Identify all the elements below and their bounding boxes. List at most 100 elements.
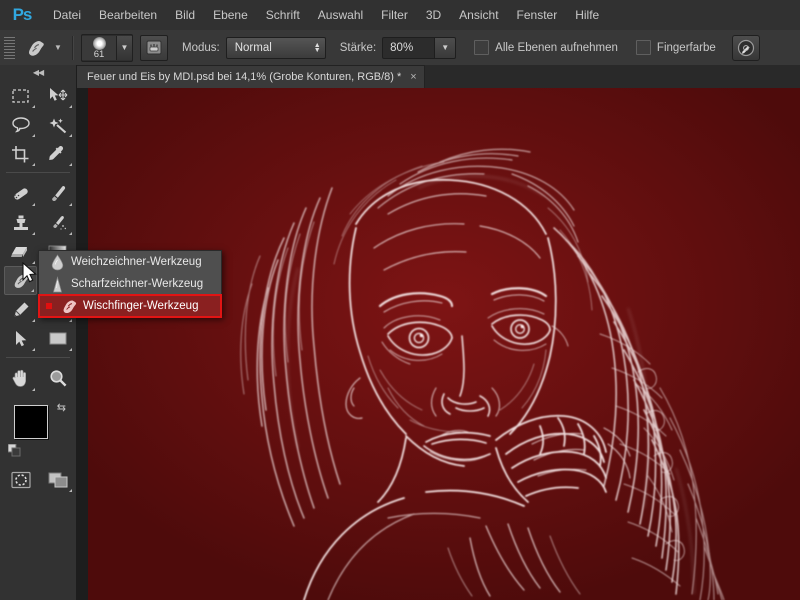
tool-history-brush[interactable] (41, 208, 74, 237)
menu-filter[interactable]: Filter (372, 0, 417, 30)
menu-datei[interactable]: Datei (44, 0, 90, 30)
menu-3d[interactable]: 3D (417, 0, 450, 30)
collapse-panel-icon[interactable]: ◀◀ (0, 65, 76, 79)
blend-mode-select[interactable]: Normal ▲ ▼ (225, 36, 326, 59)
mode-buttons-row (0, 465, 76, 494)
screen-mode-button[interactable] (41, 465, 74, 494)
brush-picker-caret-icon[interactable]: ▼ (116, 35, 132, 60)
tool-corner-indicator (32, 163, 35, 166)
mode-label: Modus: (182, 41, 220, 54)
foreground-color-swatch[interactable] (14, 405, 48, 439)
tool-crop[interactable] (4, 139, 37, 168)
tool-corner-indicator (69, 489, 72, 492)
tool-rectangle[interactable] (41, 324, 74, 353)
sample-all-layers-checkbox[interactable] (474, 40, 490, 55)
tool-corner-indicator (69, 348, 72, 351)
tool-corner-indicator (69, 203, 72, 206)
tool-eyedropper[interactable] (41, 139, 74, 168)
toolbar-divider-1 (6, 172, 70, 173)
tool-hand[interactable] (4, 364, 37, 393)
finger-paint-checkbox-row[interactable]: Fingerfarbe (635, 40, 716, 55)
tool-brush[interactable] (41, 179, 74, 208)
tool-preset-caret[interactable]: ▼ (51, 35, 65, 61)
artwork-glowing-edges-portrait (88, 88, 800, 600)
menu-auswahl[interactable]: Auswahl (309, 0, 372, 30)
tool-flyout-menu[interactable]: Weichzeichner-Werkzeug Scharfzeichner-We… (38, 250, 222, 318)
finger-paint-checkbox[interactable] (635, 40, 651, 55)
menu-bearbeiten[interactable]: Bearbeiten (90, 0, 166, 30)
canvas-area[interactable] (76, 88, 800, 600)
sharpen-cone-icon (43, 273, 71, 295)
menu-bild[interactable]: Bild (166, 0, 204, 30)
tool-corner-indicator (32, 348, 35, 351)
blend-mode-value: Normal (234, 41, 272, 54)
flyout-item-sharpen-tool[interactable]: Scharfzeichner-Werkzeug (39, 273, 221, 295)
strength-label: Stärke: (339, 41, 377, 54)
menu-bar: Ps Datei Bearbeiten Bild Ebene Schrift A… (0, 0, 800, 31)
tool-corner-indicator (32, 319, 35, 322)
brush-preset-picker[interactable]: 61 ▼ (81, 33, 133, 62)
menu-ansicht[interactable]: Ansicht (450, 0, 507, 30)
menu-hilfe[interactable]: Hilfe (566, 0, 608, 30)
options-bar-grip[interactable] (4, 36, 15, 59)
menu-ebene[interactable]: Ebene (204, 0, 257, 30)
tool-clone-stamp[interactable] (4, 208, 37, 237)
default-colors-icon[interactable] (7, 443, 21, 457)
tool-pen[interactable] (4, 295, 37, 324)
finger-paint-label: Fingerfarbe (656, 41, 716, 54)
tool-corner-indicator (32, 232, 35, 235)
flyout-item-blur-tool[interactable]: Weichzeichner-Werkzeug (39, 251, 221, 273)
artboard[interactable] (88, 88, 800, 600)
color-swatches: ⇆ (0, 399, 76, 461)
tools-panel: ◀◀ ⇆ (0, 65, 77, 600)
menu-fenster[interactable]: Fenster (508, 0, 567, 30)
tool-corner-indicator (32, 388, 35, 391)
tools-group-navigation (0, 362, 76, 393)
swap-colors-icon[interactable]: ⇆ (57, 401, 66, 414)
strength-input[interactable]: 80% (382, 36, 436, 59)
tool-lasso[interactable] (4, 110, 37, 139)
tool-move[interactable] (41, 81, 74, 110)
tool-corner-indicator (32, 203, 35, 206)
document-tab-bar: Feuer und Eis by MDI.psd bei 14,1% (Grob… (76, 65, 800, 89)
tool-path-selection[interactable] (4, 324, 37, 353)
quick-mask-button[interactable] (4, 465, 37, 494)
smudge-finger-icon (55, 295, 83, 317)
flyout-item-smudge-tool[interactable]: Wischfinger-Werkzeug (38, 294, 222, 318)
photoshop-window: Ps Datei Bearbeiten Bild Ebene Schrift A… (0, 0, 800, 600)
brush-preview: 61 (82, 35, 116, 60)
brush-size-value: 61 (93, 48, 105, 60)
flyout-label-blur-tool: Weichzeichner-Werkzeug (71, 256, 202, 268)
flyout-label-sharpen-tool: Scharfzeichner-Werkzeug (71, 278, 204, 290)
tool-rectangular-marquee[interactable] (4, 81, 37, 110)
document-tab[interactable]: Feuer und Eis by MDI.psd bei 14,1% (Grob… (76, 65, 425, 88)
tool-corner-indicator (69, 134, 72, 137)
blur-droplet-icon (43, 251, 71, 273)
tools-group-selection (0, 79, 76, 168)
mouse-pointer-icon (22, 261, 38, 290)
tool-corner-indicator (32, 105, 35, 108)
blend-mode-spinner-icon: ▲ ▼ (313, 41, 321, 54)
selected-marker-icon (46, 303, 52, 309)
document-tab-title: Feuer und Eis by MDI.psd bei 14,1% (Grob… (87, 71, 402, 83)
tool-magic-wand[interactable] (41, 110, 74, 139)
sample-all-layers-checkbox-row[interactable]: Alle Ebenen aufnehmen (474, 40, 618, 55)
tool-corner-indicator (69, 232, 72, 235)
tool-corner-indicator (69, 105, 72, 108)
tool-spot-healing-brush[interactable] (4, 179, 37, 208)
tablet-pressure-size-button[interactable] (731, 34, 760, 61)
strength-value: 80% (390, 41, 414, 54)
tool-corner-indicator (69, 319, 72, 322)
sample-all-layers-label: Alle Ebenen aufnehmen (495, 41, 618, 54)
brush-tip-icon (92, 36, 106, 50)
brush-panel-toggle-button[interactable] (140, 34, 168, 61)
strength-dropdown-caret-icon[interactable]: ▼ (435, 36, 457, 59)
menu-schrift[interactable]: Schrift (257, 0, 309, 30)
tool-corner-indicator (69, 163, 72, 166)
close-icon[interactable]: × (410, 71, 416, 83)
tool-zoom[interactable] (41, 364, 74, 393)
toolbar-divider-2 (6, 357, 70, 358)
tool-corner-indicator (32, 134, 35, 137)
smudge-tool-icon[interactable] (21, 35, 51, 61)
tool-options-bar: ▼ 61 ▼ Modus: Normal ▲ ▼ Stärke: 80% ▼ A… (0, 30, 800, 66)
